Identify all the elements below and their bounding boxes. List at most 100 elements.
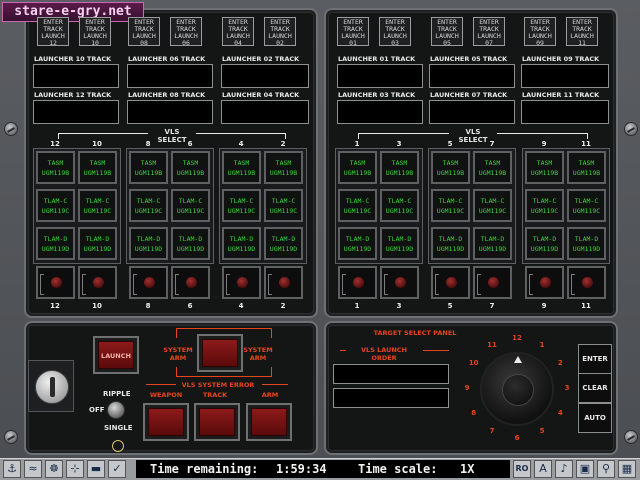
launcher-track-display [337,64,423,88]
missile-select-button-tlamc[interactable]: TLAM-C UGM119C [78,189,117,222]
missile-select-button-tlamd[interactable]: TLAM-D UGM119D [380,227,419,260]
enter-track-launch-button-06[interactable]: ENTER TRACK LAUNCH 06 [170,17,202,47]
missile-select-button-tasm[interactable]: TASM UGM119B [473,151,512,184]
enter-track-launch-button-09[interactable]: ENTER TRACK LAUNCH 09 [524,17,556,47]
dial-number: 4 [557,409,563,417]
launcher-track-label: LAUNCHER 04 TRACK [222,91,300,99]
missile-designation: UGM119D [530,245,559,253]
enter-track-launch-button-05[interactable]: ENTER TRACK LAUNCH 05 [431,17,463,47]
missile-select-button-tlamc[interactable]: TLAM-C UGM119C [473,189,512,222]
missile-select-button-tlamd[interactable]: TLAM-D UGM119D [338,227,377,260]
dial-number: 3 [564,384,570,392]
missile-name: TASM [536,159,553,167]
search-icon[interactable]: ⚲ [597,460,615,478]
missile-select-button-tasm[interactable]: TASM UGM119B [338,151,377,184]
dial-number: 7 [489,427,495,436]
missile-select-button-tasm[interactable]: TASM UGM119B [380,151,419,184]
system-arm-button[interactable] [197,334,243,372]
missile-select-button-tlamc[interactable]: TLAM-C UGM119C [567,189,606,222]
missile-select-button-tlamc[interactable]: TLAM-C UGM119C [264,189,303,222]
target-select-dial[interactable] [480,352,554,426]
dial-number: 8 [471,409,477,417]
vls-column-number: 2 [280,140,286,148]
vls-column-number: 4 [238,302,244,310]
ripple-toggle-switch[interactable] [107,401,125,419]
enter-track-launch-button-07[interactable]: ENTER TRACK LAUNCH 07 [473,17,505,47]
torpedo-icon[interactable]: ▬ [87,460,105,478]
vls-column-number: 8 [145,302,151,310]
launcher-track-label: LAUNCHER 05 TRACK [430,55,508,63]
missile-select-button-tlamc[interactable]: TLAM-C UGM119C [380,189,419,222]
weapons-icon[interactable]: ✓ [108,460,126,478]
missile-designation: UGM119D [269,245,298,253]
missile-select-button-tlamd[interactable]: TLAM-D UGM119D [431,227,470,260]
enter-track-launch-button-10[interactable]: ENTER TRACK LAUNCH 10 [79,17,111,47]
launcher-status-lamp [380,266,419,299]
navigation-icon[interactable]: ⊹ [66,460,84,478]
missile-select-button-tasm[interactable]: TASM UGM119B [525,151,564,184]
missile-designation: UGM119B [385,169,414,177]
clear-button[interactable]: CLEAR [578,373,612,403]
key-switch[interactable] [28,360,74,412]
periscope-icon[interactable]: ⚓ [3,460,21,478]
missile-select-button-tlamd[interactable]: TLAM-D UGM119D [129,227,168,260]
enter-button-text: 08 [140,39,148,47]
missile-select-button-tasm[interactable]: TASM UGM119B [36,151,75,184]
missile-select-button-tasm[interactable]: TASM UGM119B [431,151,470,184]
lamp-bulb-icon [540,277,551,288]
missile-select-button-tlamd[interactable]: TLAM-D UGM119D [473,227,512,260]
time-scale-value: 1X [460,462,475,476]
missile-select-button-tlamc[interactable]: TLAM-C UGM119C [36,189,75,222]
enter-track-launch-button-11[interactable]: ENTER TRACK LAUNCH 11 [566,17,598,47]
enter-track-launch-button-02[interactable]: ENTER TRACK LAUNCH 02 [264,17,296,47]
sonar-icon[interactable]: ≈ [24,460,42,478]
missile-select-button-tlamd[interactable]: TLAM-D UGM119D [222,227,261,260]
chart-icon[interactable]: A [534,460,552,478]
enter-track-launch-button-04[interactable]: ENTER TRACK LAUNCH 04 [222,17,254,47]
missile-select-button-tlamc[interactable]: TLAM-C UGM119C [222,189,261,222]
launch-button[interactable]: LAUNCH [93,336,139,374]
missile-select-button-tlamc[interactable]: TLAM-C UGM119C [338,189,377,222]
missile-name: TASM [233,159,250,167]
missile-select-button-tlamc[interactable]: TLAM-C UGM119C [171,189,210,222]
missile-designation: UGM119D [572,245,601,253]
enter-track-launch-button-01[interactable]: ENTER TRACK LAUNCH 01 [337,17,369,47]
auto-button[interactable]: AUTO [578,403,612,433]
missile-select-button-tlamd[interactable]: TLAM-D UGM119D [264,227,303,260]
camera-icon[interactable]: ▣ [576,460,594,478]
sound-icon[interactable]: ♪ [555,460,573,478]
enter-button-text: 11 [578,39,586,47]
missile-select-button-tlamc[interactable]: TLAM-C UGM119C [431,189,470,222]
enter-track-launch-button-12[interactable]: ENTER TRACK LAUNCH 12 [37,17,69,47]
enter-track-launch-button-08[interactable]: ENTER TRACK LAUNCH 08 [128,17,160,47]
missile-select-button-tlamc[interactable]: TLAM-C UGM119C [129,189,168,222]
missile-select-button-tasm[interactable]: TASM UGM119B [222,151,261,184]
launcher-track-display [127,100,213,124]
missile-select-button-tlamd[interactable]: TLAM-D UGM119D [78,227,117,260]
helm-icon[interactable]: ☸ [45,460,63,478]
launcher-track-label: LAUNCHER 10 TRACK [34,55,112,63]
missile-select-button-tasm[interactable]: TASM UGM119B [129,151,168,184]
missile-select-button-tlamc[interactable]: TLAM-C UGM119C [525,189,564,222]
missile-select-button-tlamd[interactable]: TLAM-D UGM119D [567,227,606,260]
missile-designation: UGM119C [530,207,559,215]
missile-select-button-tasm[interactable]: TASM UGM119B [171,151,210,184]
missile-designation: UGM119C [343,207,372,215]
settings-icon[interactable]: ▦ [618,460,636,478]
enter-button[interactable]: ENTER [578,344,612,374]
missile-select-button-tasm[interactable]: TASM UGM119B [567,151,606,184]
missile-select-button-tlamd[interactable]: TLAM-D UGM119D [525,227,564,260]
missile-select-button-tasm[interactable]: TASM UGM119B [264,151,303,184]
enter-button-text: 01 [349,39,357,47]
enter-button-text: 03 [391,39,399,47]
ripple-label: RIPPLE [103,390,131,398]
missile-designation: UGM119C [134,207,163,215]
ro-button[interactable]: RO [513,460,531,478]
missile-select-button-tlamd[interactable]: TLAM-D UGM119D [36,227,75,260]
enter-track-launch-button-03[interactable]: ENTER TRACK LAUNCH 03 [379,17,411,47]
missile-select-button-tasm[interactable]: TASM UGM119B [78,151,117,184]
missile-select-button-tlamd[interactable]: TLAM-D UGM119D [171,227,210,260]
missile-designation: UGM119C [436,207,465,215]
weapon-error-lamp [143,403,189,441]
missile-name: TLAM-D [532,235,557,243]
